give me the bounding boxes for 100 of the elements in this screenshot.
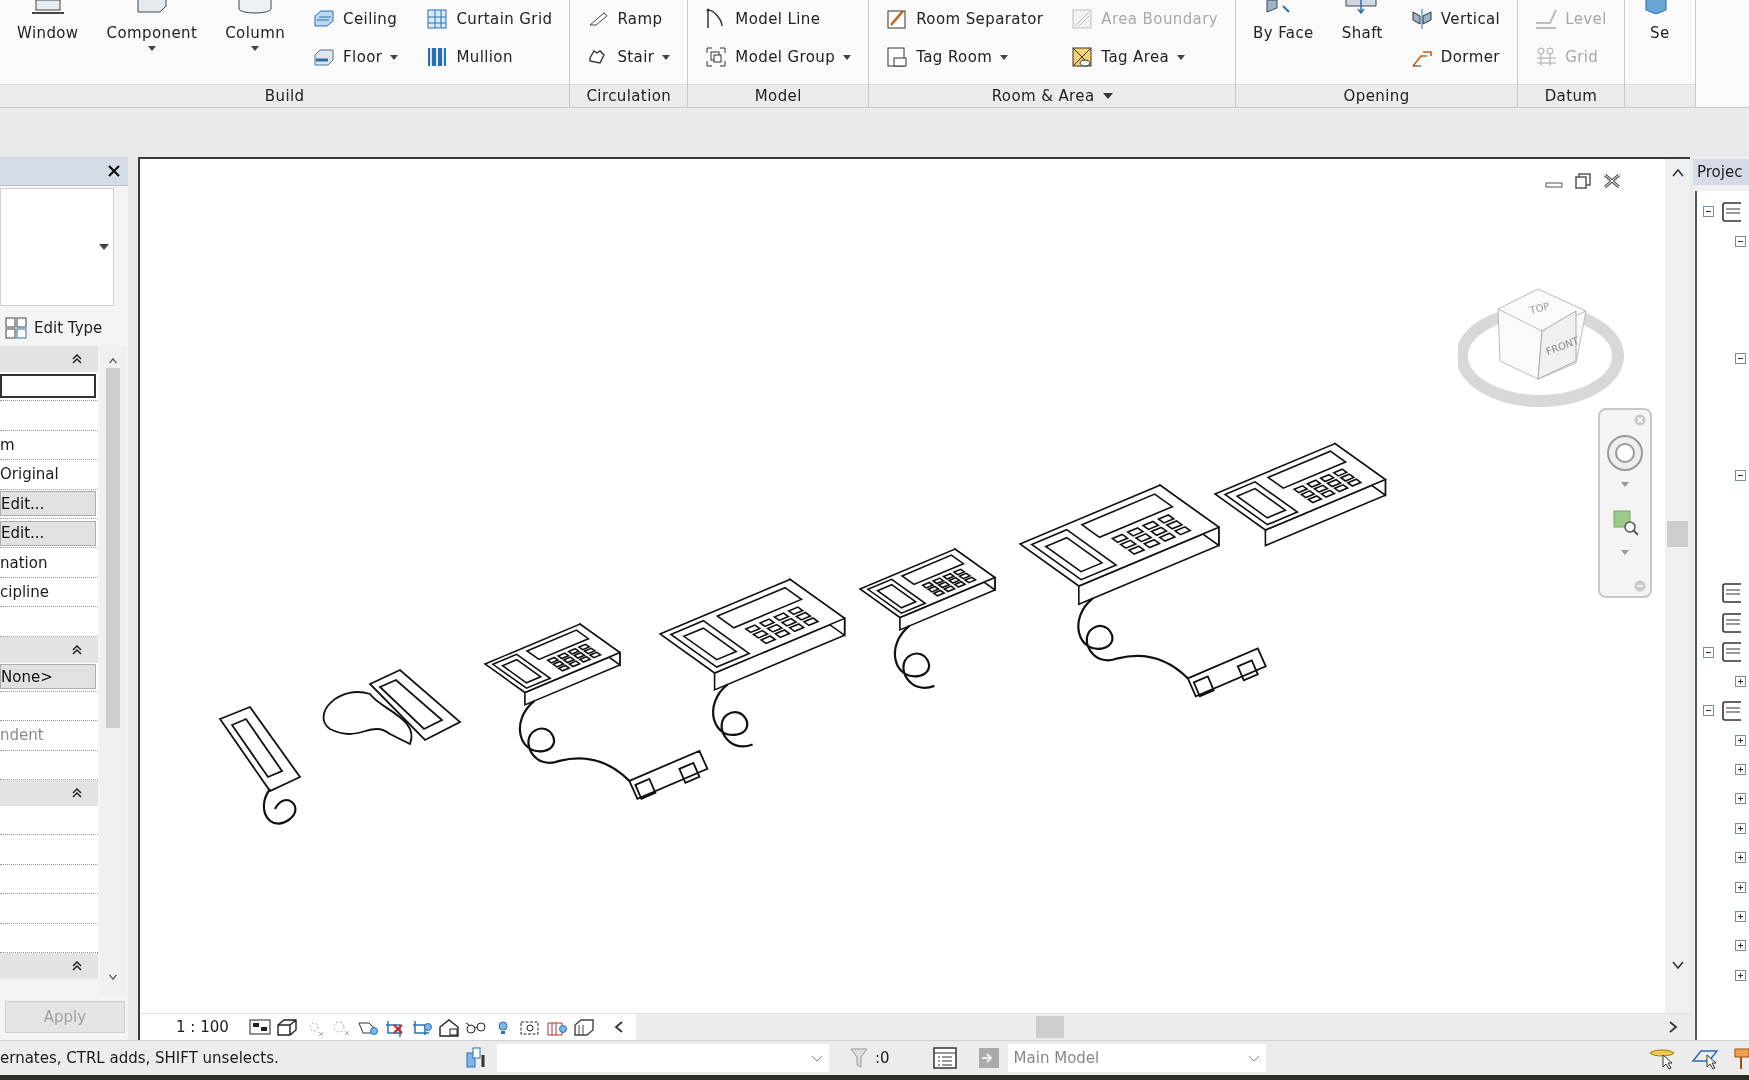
ribbon-button[interactable]: Tag Area — [1068, 44, 1222, 70]
type-selector[interactable] — [0, 188, 114, 306]
ribbon-button[interactable]: Column — [222, 0, 289, 51]
property-edit-button[interactable]: Edit... — [0, 520, 96, 546]
expand-icon — [1735, 969, 1746, 981]
caret-icon — [251, 46, 260, 51]
ribbon-button[interactable]: Mullion — [423, 44, 556, 70]
scroll-down-icon — [108, 974, 118, 980]
scrollbar[interactable] — [100, 346, 126, 994]
expand-icon — [1735, 734, 1746, 746]
expand-icon — [1735, 881, 1746, 893]
panel-title: Projec — [1697, 163, 1743, 181]
expand-icon — [1735, 822, 1746, 834]
select-pinned-icon — [1733, 1045, 1749, 1071]
workset-field[interactable] — [497, 1044, 829, 1072]
minimize-icon — [1545, 182, 1563, 188]
ribbon-button[interactable]: Ceiling — [310, 6, 402, 32]
expand-icon — [1735, 675, 1746, 687]
edit-type-icon — [4, 316, 28, 340]
collapse-icon — [1703, 206, 1714, 218]
ribbon-button[interactable]: Dormer — [1407, 44, 1504, 70]
property-value: Original — [0, 465, 59, 484]
ribbon-button[interactable]: Ramp — [584, 6, 674, 32]
ribbon-button[interactable]: Model Line — [702, 6, 855, 32]
room-separator-icon — [886, 8, 909, 30]
ribbon-button[interactable]: Component — [103, 0, 201, 51]
panel-title: Room & Area — [991, 87, 1095, 106]
collapse-icon — [1634, 580, 1646, 592]
selection-count: :0 — [875, 1049, 890, 1067]
window-icon — [29, 0, 66, 14]
scroll-thumb[interactable] — [1667, 521, 1688, 547]
wall-panel-icon — [313, 8, 336, 30]
scroll-down-icon — [1671, 961, 1684, 969]
area-tag-icon — [1071, 46, 1094, 68]
caret-icon — [1621, 482, 1629, 487]
hidden-elements-icon — [572, 1017, 595, 1037]
mullion-icon — [426, 46, 449, 68]
scroll-left-icon — [613, 1021, 624, 1033]
scroll-thumb[interactable] — [106, 368, 120, 728]
expand-icon — [1735, 793, 1746, 805]
design-option-field[interactable]: Main Model — [1007, 1044, 1266, 1072]
collapse-icon — [1735, 352, 1746, 364]
panel-menu-icon[interactable] — [1102, 93, 1113, 100]
ribbon-button[interactable]: Floor — [310, 44, 402, 70]
property-value: ndent — [0, 726, 44, 745]
caret-icon — [1177, 54, 1186, 60]
status-message: ernates, CTRL adds, SHIFT unselects. — [0, 1049, 280, 1067]
area-boundary-icon — [1071, 8, 1094, 30]
ribbon-button[interactable]: Curtain Grid — [423, 6, 556, 32]
scroll-up-icon — [1671, 169, 1684, 177]
close-icon — [1634, 414, 1646, 426]
close-icon — [1603, 173, 1621, 189]
caret-icon — [1247, 1054, 1260, 1062]
ribbon-button[interactable]: Se — [1638, 0, 1681, 44]
scroll-thumb[interactable] — [1035, 1016, 1064, 1038]
panel-title: Datum — [1544, 87, 1598, 106]
property-edit-button[interactable]: None> — [0, 664, 96, 690]
property-value: cipline — [0, 582, 49, 601]
collapse-icon — [1703, 646, 1714, 658]
panel-title: Circulation — [586, 87, 672, 106]
vertical-opening-icon — [1410, 8, 1433, 30]
grid-panel-icon — [426, 8, 449, 30]
viewcube-face-label: TOP — [1528, 300, 1551, 316]
restore-icon — [1575, 173, 1591, 189]
steering-wheel-icon — [1606, 434, 1644, 472]
room-tag-icon — [886, 46, 909, 68]
expand-icon — [1735, 852, 1746, 864]
zoom-region-icon — [1613, 510, 1639, 536]
ribbon-button[interactable]: Room Separator — [883, 6, 1047, 32]
property-value: nation — [0, 553, 48, 572]
collapse-icon — [1735, 470, 1746, 482]
panel-title: Opening — [1343, 87, 1410, 106]
caret-icon — [1621, 550, 1629, 555]
caret-icon — [1102, 93, 1113, 100]
level-icon — [1535, 8, 1558, 30]
ribbon-button[interactable]: Vertical — [1407, 6, 1504, 32]
panel-title: Build — [264, 87, 305, 106]
collapse-icon — [1703, 705, 1714, 717]
caret-icon — [147, 46, 156, 51]
ribbon-button[interactable]: By Face — [1250, 0, 1317, 44]
caret-icon — [1000, 54, 1009, 60]
expand-icon — [1735, 940, 1746, 952]
caret-icon — [662, 54, 671, 60]
ribbon-button[interactable]: Tag Room — [883, 44, 1047, 70]
ribbon-button[interactable]: Model Group — [702, 44, 855, 70]
property-edit-button[interactable]: Edit... — [0, 491, 96, 517]
ribbon-button[interactable]: Window — [14, 0, 82, 44]
scroll-right-icon — [1668, 1021, 1678, 1033]
vertical-scrollbar[interactable] — [1665, 159, 1690, 1013]
ribbon-button[interactable]: Shaft — [1338, 0, 1386, 44]
ribbon-button[interactable]: Stair — [584, 44, 674, 70]
caret-icon — [811, 1054, 823, 1062]
horizontal-scrollbar[interactable] — [635, 1014, 1690, 1040]
locked-view-icon — [437, 1017, 460, 1037]
edit-type-button[interactable]: Edit Type — [2, 314, 105, 342]
collapse-icon — [72, 788, 82, 799]
grid-lines-icon — [1535, 46, 1558, 68]
view-scale[interactable]: 1 : 100 — [140, 1018, 249, 1036]
close-icon — [108, 165, 120, 177]
project-tree[interactable] — [1695, 191, 1749, 1040]
